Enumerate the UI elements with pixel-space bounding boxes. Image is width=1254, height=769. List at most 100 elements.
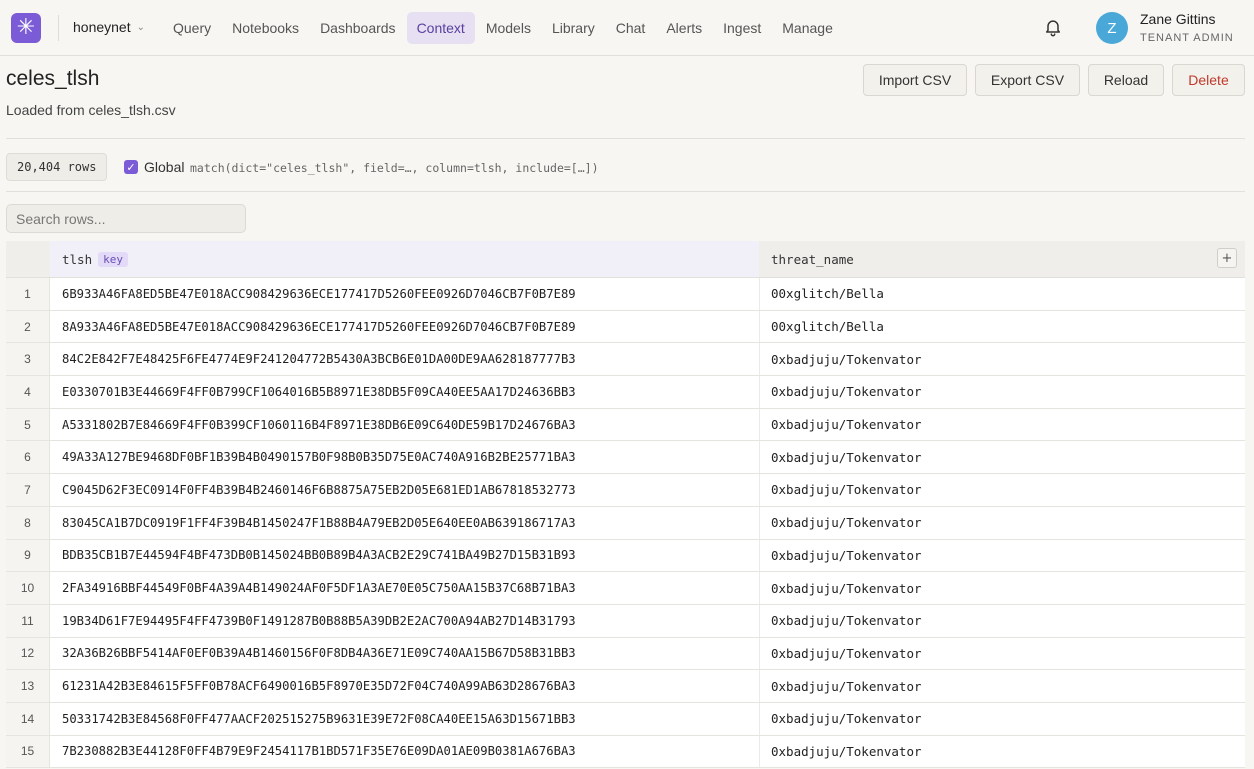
cell-threat-name[interactable]: 0xbadjuju/Tokenvator (771, 540, 922, 572)
bell-icon[interactable] (1043, 17, 1063, 37)
table-row[interactable]: 15 7B230882B3E44128F0FF4B79E9F2454117B1BD… (6, 735, 1245, 769)
nav-item-context[interactable]: Context (406, 12, 475, 44)
row-number: 2 (6, 310, 50, 343)
cell-tlsh[interactable]: E0330701B3E44669F4FF0B799CF1064016B5B897… (62, 376, 576, 408)
table-row[interactable]: 12 32A36B26BBF5414AF0EF0B39A4B1460156F0F8… (6, 637, 1245, 671)
org-name: honeynet (73, 19, 131, 35)
cell-threat-name[interactable]: 0xbadjuju/Tokenvator (771, 736, 922, 768)
column-header-threat-name[interactable]: threat_name + (759, 241, 1245, 277)
user-name: Zane Gittins (1140, 11, 1216, 27)
cell-tlsh[interactable]: C9045D62F3EC0914F0FF4B39B4B2460146F6B887… (62, 474, 576, 506)
table-row[interactable]: 13 61231A42B3E84615F5FF0B78ACF6490016B5F8… (6, 670, 1245, 703)
nav-item-models[interactable]: Models (476, 12, 541, 44)
cell-threat-name[interactable]: 0xbadjuju/Tokenvator (771, 703, 922, 735)
column-divider (759, 572, 760, 604)
cell-tlsh[interactable]: BDB35CB1B7E44594F4BF473DB0B145024BB0B89B… (62, 540, 576, 572)
cell-threat-name[interactable]: 0xbadjuju/Tokenvator (771, 343, 922, 375)
page-title: celes_tlsh (6, 67, 100, 90)
table-row[interactable]: 5 A5331802B7E84669F4FF0B399CF1060116B4F89… (6, 408, 1245, 442)
cell-tlsh[interactable]: 49A33A127BE9468DF0BF1B39B4B0490157B0F98B… (62, 441, 576, 473)
cell-tlsh[interactable]: 50331742B3E84568F0FF477AACF202515275B963… (62, 703, 576, 735)
column-divider (759, 408, 760, 441)
import-csv-button[interactable]: Import CSV (863, 64, 967, 96)
row-number: 7 (6, 474, 50, 506)
column-name: threat_name (771, 251, 854, 267)
export-csv-button[interactable]: Export CSV (975, 64, 1080, 96)
app-logo[interactable]: ✳ (11, 13, 41, 43)
cell-threat-name[interactable]: 0xbadjuju/Tokenvator (771, 605, 922, 637)
table-row[interactable]: 9 BDB35CB1B7E44594F4BF473DB0B145024BB0B89… (6, 539, 1245, 573)
avatar-initial: Z (1107, 19, 1117, 37)
table-row[interactable]: 10 2FA34916BBF44549F0BF4A39A4B149024AF0F5… (6, 572, 1245, 605)
nav-item-chat[interactable]: Chat (606, 12, 656, 44)
search-rows-input[interactable] (6, 204, 246, 233)
avatar[interactable]: Z (1096, 12, 1128, 44)
row-number: 8 (6, 506, 50, 539)
cell-tlsh[interactable]: 84C2E842F7E48425F6FE4774E9F241204772B543… (62, 343, 576, 375)
column-name: tlsh (62, 251, 93, 267)
cell-tlsh[interactable]: 2FA34916BBF44549F0BF4A39A4B149024AF0F5DF… (62, 572, 576, 604)
divider (6, 191, 1245, 192)
table-row[interactable]: 8 83045CA1B7DC0919F1FF4F39B4B1450247F1B88… (6, 506, 1245, 540)
nav-item-dashboards[interactable]: Dashboards (310, 12, 406, 44)
divider (58, 15, 59, 41)
table-row[interactable]: 1 6B933A46FA8ED5BE47E018ACC908429636ECE17… (6, 278, 1245, 311)
cell-threat-name[interactable]: 0xbadjuju/Tokenvator (771, 507, 922, 539)
cell-tlsh[interactable]: 61231A42B3E84615F5FF0B78ACF6490016B5F897… (62, 670, 576, 702)
nav-item-library[interactable]: Library (542, 12, 605, 44)
column-header-tlsh[interactable]: tlsh key (50, 241, 759, 277)
table-row[interactable]: 6 49A33A127BE9468DF0BF1B39B4B0490157B0F98… (6, 441, 1245, 475)
add-column-button[interactable]: + (1217, 248, 1237, 268)
table-header: tlsh key threat_name + (6, 241, 1245, 278)
cell-threat-name[interactable]: 0xbadjuju/Tokenvator (771, 441, 922, 473)
cell-tlsh[interactable]: 7B230882B3E44128F0FF4B79E9F2454117B1BD57… (62, 736, 576, 768)
cell-tlsh[interactable]: A5331802B7E84669F4FF0B399CF1060116B4F897… (62, 409, 576, 441)
cell-threat-name[interactable]: 0xbadjuju/Tokenvator (771, 670, 922, 702)
main-nav: Query Notebooks Dashboards Context Models Lib… (163, 12, 844, 44)
delete-button[interactable]: Delete (1172, 64, 1245, 96)
table-row[interactable]: 7 C9045D62F3EC0914F0FF4B39B4B2460146F6B88… (6, 474, 1245, 507)
cell-tlsh[interactable]: 32A36B26BBF5414AF0EF0B39A4B1460156F0F8DB… (62, 638, 576, 670)
global-checkbox[interactable]: ✓ (124, 160, 138, 174)
cell-tlsh[interactable]: 8A933A46FA8ED5BE47E018ACC908429636ECE177… (62, 311, 576, 343)
table-row[interactable]: 4 E0330701B3E44669F4FF0B799CF1064016B5B89… (6, 376, 1245, 409)
column-divider (759, 735, 760, 768)
cell-threat-name[interactable]: 0xbadjuju/Tokenvator (771, 409, 922, 441)
nav-item-ingest[interactable]: Ingest (713, 12, 771, 44)
org-switcher[interactable]: honeynet ⌄ (73, 19, 145, 35)
cell-tlsh[interactable]: 19B34D61F7E94495F4FF4739B0F1491287B0B88B… (62, 605, 576, 637)
table-row[interactable]: 3 84C2E842F7E48425F6FE4774E9F241204772B54… (6, 343, 1245, 377)
row-number: 4 (6, 376, 50, 408)
column-divider (759, 637, 760, 670)
nav-item-notebooks[interactable]: Notebooks (222, 12, 309, 44)
cell-tlsh[interactable]: 6B933A46FA8ED5BE47E018ACC908429636ECE177… (62, 278, 576, 310)
cell-threat-name[interactable]: 00xglitch/Bella (771, 278, 884, 310)
cell-threat-name[interactable]: 0xbadjuju/Tokenvator (771, 572, 922, 604)
reload-button[interactable]: Reload (1088, 64, 1164, 96)
column-divider (759, 539, 760, 572)
user-role: TENANT ADMIN (1140, 32, 1234, 44)
row-number: 9 (6, 539, 50, 572)
column-divider (759, 604, 760, 637)
table-body: 1 6B933A46FA8ED5BE47E018ACC908429636ECE17… (6, 278, 1245, 769)
row-number: 1 (6, 278, 50, 310)
row-number: 11 (6, 604, 50, 637)
nav-item-query[interactable]: Query (163, 12, 221, 44)
row-number: 12 (6, 637, 50, 670)
cell-threat-name[interactable]: 0xbadjuju/Tokenvator (771, 474, 922, 506)
nav-item-manage[interactable]: Manage (772, 12, 843, 44)
cell-tlsh[interactable]: 83045CA1B7DC0919F1FF4F39B4B1450247F1B88B… (62, 507, 576, 539)
global-label[interactable]: Global (144, 159, 184, 175)
table-row[interactable]: 2 8A933A46FA8ED5BE47E018ACC908429636ECE17… (6, 310, 1245, 344)
row-number: 13 (6, 670, 50, 702)
column-divider (759, 702, 760, 735)
table-row[interactable]: 11 19B34D61F7E94495F4FF4739B0F1491287B0B8… (6, 604, 1245, 638)
top-navbar: ✳ honeynet ⌄ Query Notebooks Dashboards Con… (0, 0, 1254, 56)
nav-item-alerts[interactable]: Alerts (656, 12, 712, 44)
cell-threat-name[interactable]: 00xglitch/Bella (771, 311, 884, 343)
table-row[interactable]: 14 50331742B3E84568F0FF477AACF202515275B9… (6, 702, 1245, 736)
row-number-header (6, 241, 50, 277)
row-count-badge: 20,404 rows (6, 153, 108, 181)
cell-threat-name[interactable]: 0xbadjuju/Tokenvator (771, 638, 922, 670)
cell-threat-name[interactable]: 0xbadjuju/Tokenvator (771, 376, 922, 408)
